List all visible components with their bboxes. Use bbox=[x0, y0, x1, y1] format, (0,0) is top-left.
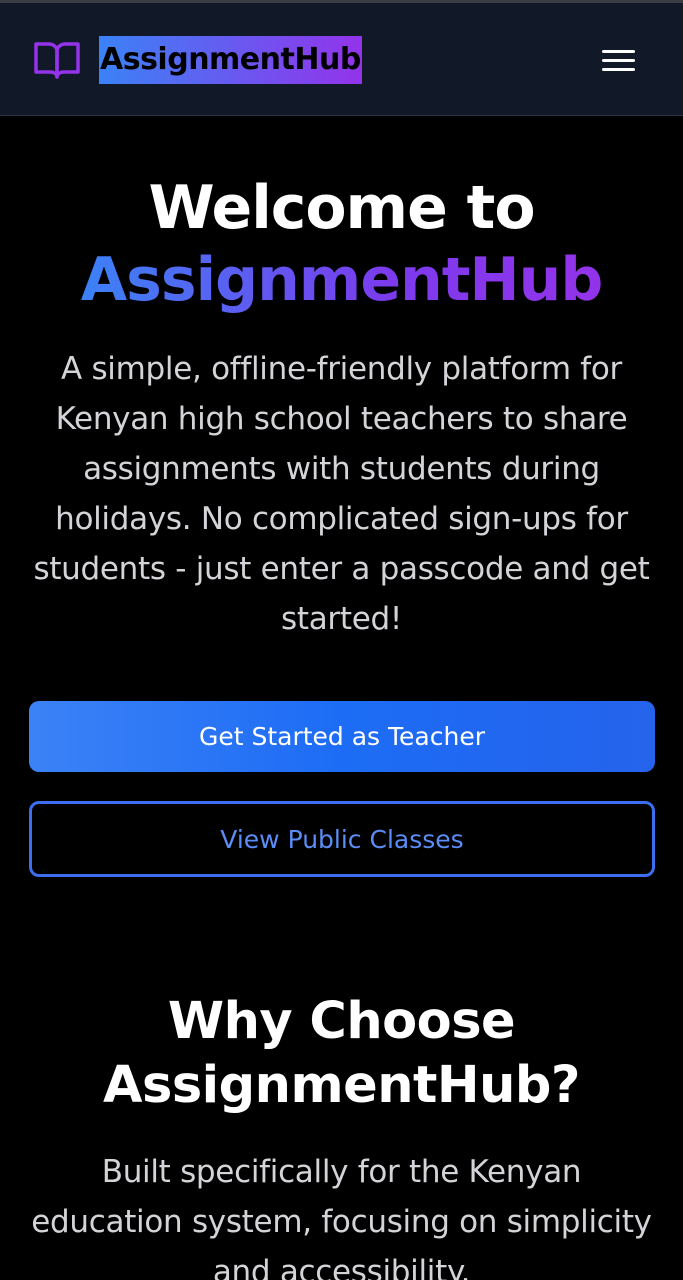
book-open-icon bbox=[34, 42, 80, 79]
brand-name: AssignmentHub bbox=[99, 36, 362, 84]
view-public-classes-button[interactable]: View Public Classes bbox=[29, 801, 655, 877]
why-choose-title: Why Choose AssignmentHub? bbox=[103, 992, 580, 1115]
hero-title-line1: Welcome to bbox=[148, 173, 535, 243]
navbar: AssignmentHub bbox=[0, 3, 683, 116]
hamburger-menu-icon[interactable] bbox=[600, 47, 638, 75]
get-started-teacher-button[interactable]: Get Started as Teacher bbox=[29, 701, 655, 772]
hero-description: A simple, offline-friendly platform for … bbox=[33, 351, 650, 637]
brand-logo[interactable]: AssignmentHub bbox=[33, 36, 362, 84]
page: AssignmentHub Welcome to AssignmentHub A… bbox=[0, 0, 683, 1280]
hero-title-line2: AssignmentHub bbox=[80, 245, 604, 315]
hero-title: Welcome to AssignmentHub bbox=[0, 172, 683, 316]
why-choose-description: Built specifically for the Kenyan educat… bbox=[31, 1154, 652, 1280]
